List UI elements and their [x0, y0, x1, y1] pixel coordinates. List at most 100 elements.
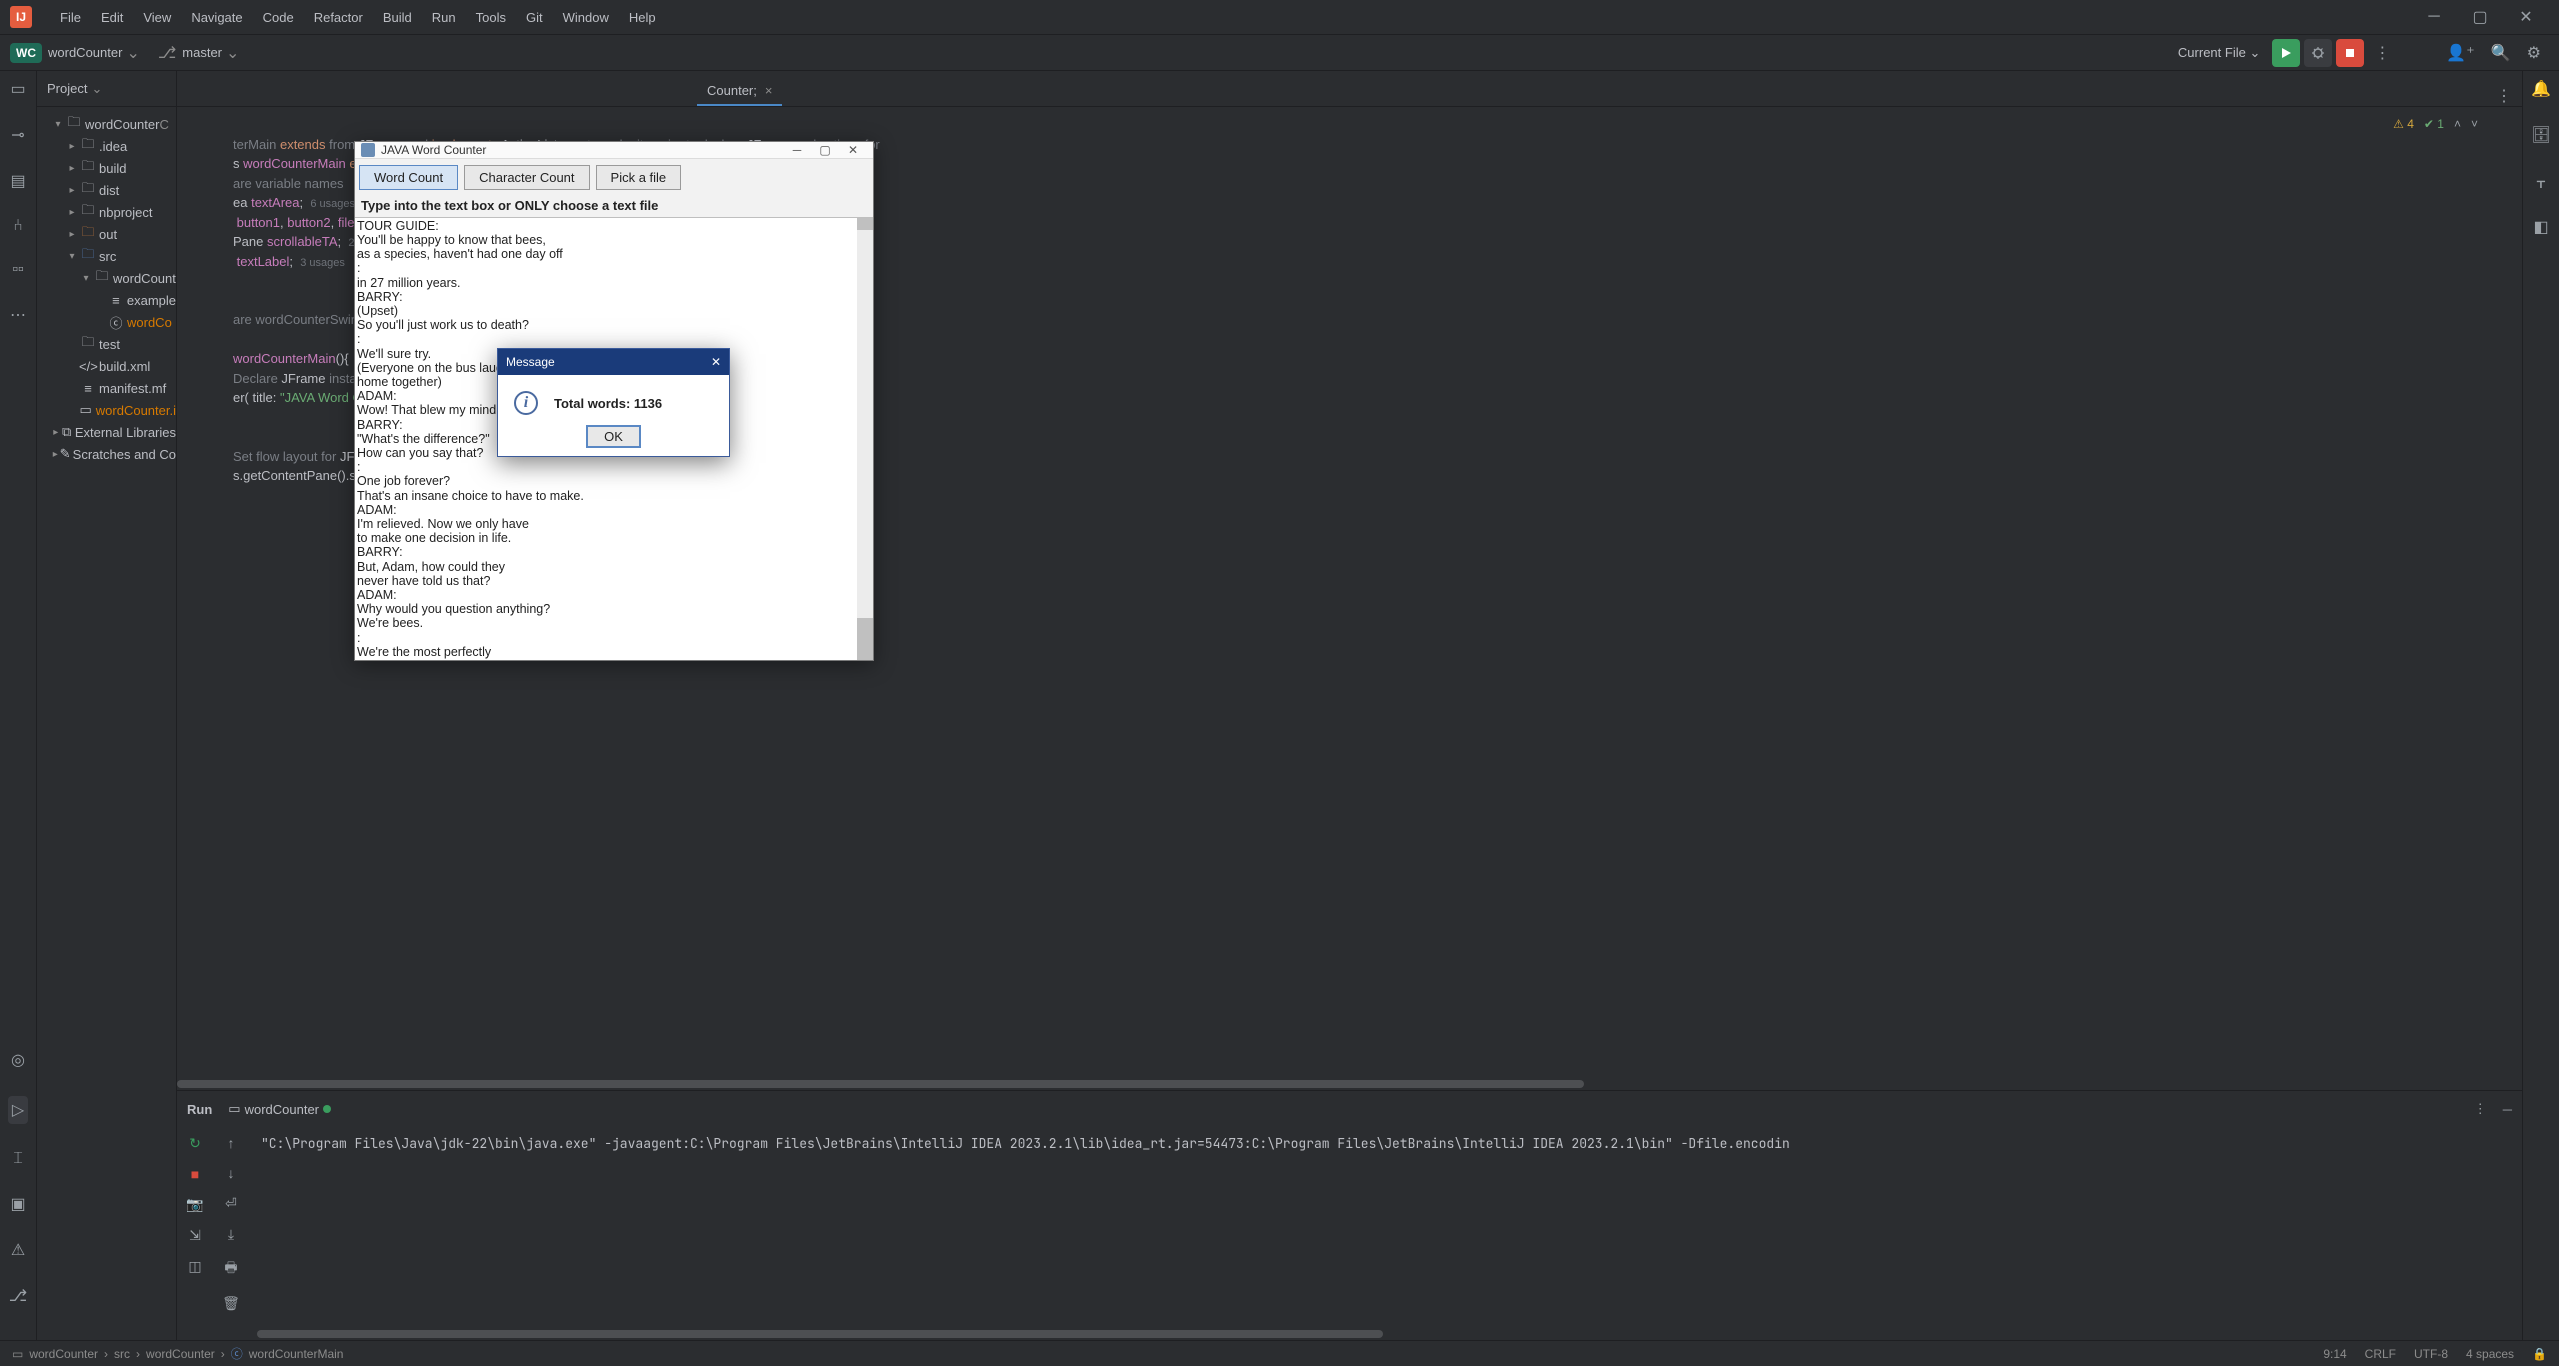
- gradle-tool-icon[interactable]: ◧: [2533, 217, 2548, 237]
- vcs-tool-icon[interactable]: ⎇: [9, 1286, 27, 1306]
- layout-icon[interactable]: ◫: [188, 1258, 201, 1275]
- stop-button[interactable]: [2336, 39, 2364, 67]
- print-icon[interactable]: 🖶: [224, 1257, 237, 1281]
- project-tree[interactable]: ▾🗀wordCounter C▸🗀.idea▸🗀build▸🗀dist▸🗀nbp…: [37, 107, 176, 471]
- maven-tool-icon[interactable]: ᚁ: [2537, 171, 2545, 191]
- menu-file[interactable]: File: [50, 6, 91, 29]
- menu-help[interactable]: Help: [619, 6, 666, 29]
- window-minimize-icon[interactable]: ─: [2411, 2, 2457, 32]
- breadcrumb-item[interactable]: wordCounter: [146, 1347, 215, 1361]
- swing-maximize-icon[interactable]: ▢: [811, 143, 839, 157]
- breadcrumb-item[interactable]: wordCounter: [29, 1347, 98, 1361]
- scroll-up-icon[interactable]: ↑: [228, 1135, 235, 1151]
- tree-row[interactable]: ▸✎Scratches and Co: [37, 443, 176, 465]
- problems-tool-icon[interactable]: ⚠: [11, 1240, 25, 1260]
- build-tool-icon[interactable]: ◎: [11, 1050, 25, 1070]
- menu-code[interactable]: Code: [253, 6, 304, 29]
- line-separator[interactable]: CRLF: [2365, 1347, 2396, 1361]
- tree-row[interactable]: ▾🗀wordCounter C: [37, 113, 176, 135]
- tree-row[interactable]: ▭wordCounter.i: [37, 399, 176, 421]
- run-panel-more-icon[interactable]: ⋮: [2474, 1101, 2487, 1117]
- tree-row[interactable]: ▾🗀wordCount: [37, 267, 176, 289]
- database-tool-icon[interactable]: 🗄: [2531, 125, 2551, 145]
- dialog-titlebar[interactable]: Message ✕: [498, 349, 729, 375]
- run-console-output[interactable]: "C:\Program Files\Java\jdk-22\bin\java.e…: [249, 1127, 2522, 1328]
- scroll-to-end-icon[interactable]: ⤓: [228, 1226, 234, 1243]
- tree-row[interactable]: ▸🗀dist: [37, 179, 176, 201]
- menu-edit[interactable]: Edit: [91, 6, 133, 29]
- project-tool-icon[interactable]: ▭: [10, 79, 25, 99]
- menu-window[interactable]: Window: [553, 6, 619, 29]
- tree-row[interactable]: ▸⧉External Libraries: [37, 421, 176, 443]
- menu-navigate[interactable]: Navigate: [181, 6, 252, 29]
- soft-wrap-icon[interactable]: ⏎: [225, 1195, 237, 1212]
- pick-file-button[interactable]: Pick a file: [596, 165, 682, 190]
- stop-run-icon[interactable]: ■: [191, 1166, 199, 1182]
- run-config-selector[interactable]: Current File ⌄: [2178, 45, 2260, 61]
- clear-icon[interactable]: 🗑: [222, 1295, 240, 1312]
- window-close-icon[interactable]: ✕: [2503, 2, 2549, 32]
- readonly-toggle-icon[interactable]: 🔒: [2532, 1347, 2547, 1361]
- indent[interactable]: 4 spaces: [2466, 1347, 2514, 1361]
- scroll-down-icon[interactable]: ↓: [228, 1165, 235, 1181]
- cursor-position[interactable]: 9:14: [2323, 1347, 2346, 1361]
- menu-run[interactable]: Run: [422, 6, 466, 29]
- run-tool-icon[interactable]: ▷: [8, 1096, 28, 1124]
- run-horizontal-scrollbar[interactable]: [177, 1328, 2522, 1340]
- tree-row[interactable]: ▸🗀out: [37, 223, 176, 245]
- search-icon[interactable]: 🔍: [2491, 43, 2511, 63]
- tree-row[interactable]: ▸🗀nbproject: [37, 201, 176, 223]
- tree-row[interactable]: ≡example: [37, 289, 176, 311]
- breadcrumb-item[interactable]: wordCounterMain: [249, 1347, 344, 1361]
- project-panel-header[interactable]: Project ⌄: [37, 71, 176, 107]
- editor-horizontal-scrollbar[interactable]: [177, 1078, 2522, 1090]
- editor-tab-more-icon[interactable]: ⋮: [2496, 86, 2522, 106]
- run-target-tab[interactable]: ▭ wordCounter: [228, 1101, 331, 1117]
- structure-tool-icon[interactable]: ▤: [10, 171, 25, 191]
- chevron-down-icon[interactable]: ⌄: [226, 43, 239, 63]
- tree-row[interactable]: ▸🗀build: [37, 157, 176, 179]
- dialog-ok-button[interactable]: OK: [586, 425, 641, 448]
- menu-build[interactable]: Build: [373, 6, 422, 29]
- notifications-icon[interactable]: 🔔: [2531, 79, 2551, 99]
- dialog-close-icon[interactable]: ✕: [711, 355, 721, 369]
- tree-row[interactable]: ▸🗀.idea: [37, 135, 176, 157]
- run-panel-hide-icon[interactable]: ─: [2503, 1102, 2512, 1117]
- tree-row[interactable]: ▾🗀src: [37, 245, 176, 267]
- window-maximize-icon[interactable]: ▢: [2457, 2, 2503, 32]
- code-with-me-icon[interactable]: 👤⁺: [2446, 43, 2474, 63]
- menu-tools[interactable]: Tools: [466, 6, 516, 29]
- character-count-button[interactable]: Character Count: [464, 165, 589, 190]
- swing-scrollbar[interactable]: [857, 218, 873, 660]
- menu-git[interactable]: Git: [516, 6, 553, 29]
- terminal-tool-icon[interactable]: ⌶: [13, 1150, 23, 1168]
- menu-refactor[interactable]: Refactor: [304, 6, 373, 29]
- branch-name-label[interactable]: master: [182, 45, 222, 60]
- pull-requests-icon[interactable]: ⑃: [13, 217, 23, 235]
- commit-tool-icon[interactable]: ⊸: [11, 125, 24, 145]
- editor-tab[interactable]: Counter; ×: [697, 76, 782, 106]
- close-icon[interactable]: ×: [765, 83, 773, 98]
- chevron-down-icon[interactable]: ⌄: [126, 43, 139, 63]
- debug-button[interactable]: [2304, 39, 2332, 67]
- swing-close-icon[interactable]: ✕: [839, 143, 867, 157]
- menu-view[interactable]: View: [133, 6, 181, 29]
- tree-row[interactable]: ≡manifest.mf: [37, 377, 176, 399]
- breadcrumb-item[interactable]: src: [114, 1347, 130, 1361]
- swing-titlebar[interactable]: JAVA Word Counter ─ ▢ ✕: [355, 142, 873, 159]
- debug-tool-icon[interactable]: ▣: [10, 1194, 25, 1214]
- camera-icon[interactable]: 📷: [186, 1196, 203, 1213]
- export-icon[interactable]: ⇲: [189, 1227, 201, 1244]
- run-button[interactable]: [2272, 39, 2300, 67]
- settings-icon[interactable]: ⚙: [2527, 43, 2541, 63]
- word-count-button[interactable]: Word Count: [359, 165, 458, 190]
- more-tools-icon[interactable]: ⋯: [10, 305, 26, 325]
- encoding[interactable]: UTF-8: [2414, 1347, 2448, 1361]
- project-name-label[interactable]: wordCounter: [48, 45, 122, 60]
- tree-row[interactable]: </>build.xml: [37, 355, 176, 377]
- tree-row[interactable]: ⓒwordCo: [37, 311, 176, 333]
- rerun-icon[interactable]: ↻: [189, 1135, 201, 1152]
- bookmarks-icon[interactable]: ▫▫: [12, 261, 23, 279]
- more-icon[interactable]: ⋮: [2374, 43, 2390, 63]
- swing-minimize-icon[interactable]: ─: [783, 143, 811, 157]
